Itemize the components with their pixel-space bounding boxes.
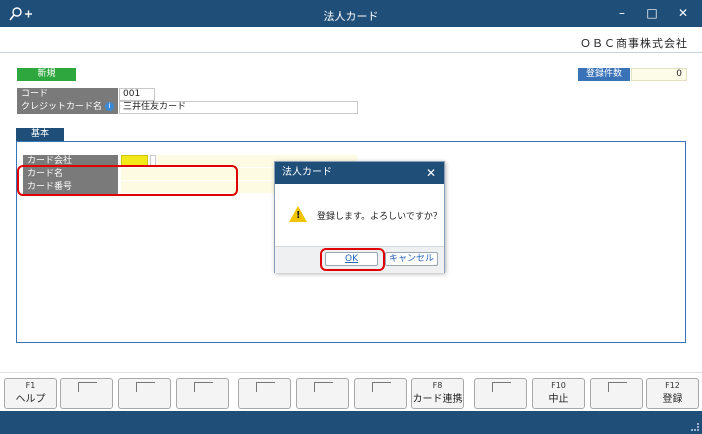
highlight-ok-button [320, 248, 385, 271]
title-bar: 法人カード – □ ✕ [0, 0, 702, 27]
code-input[interactable]: 001 [119, 88, 155, 101]
status-bar [0, 411, 702, 434]
header-divider [0, 52, 702, 53]
dialog-body: ! 登録します。よろしいですか？ [275, 184, 444, 246]
fkey-f9[interactable] [474, 378, 527, 409]
highlight-card-fields [17, 165, 238, 196]
minimize-button[interactable]: – [612, 4, 632, 22]
fkey-empty-mark [608, 382, 627, 392]
registered-count-value: 0 [631, 68, 687, 81]
fkey-f5[interactable] [238, 378, 291, 409]
fkey-f6[interactable] [296, 378, 349, 409]
fkey-empty-mark [136, 382, 155, 392]
dialog-message: 登録します。よろしいですか？ [317, 212, 442, 222]
registered-count-label: 登録件数 [578, 68, 630, 81]
cancel-button[interactable]: キャンセル [385, 252, 438, 266]
fkey-empty-mark [372, 382, 391, 392]
company-name: ＯＢＣ商事株式会社 [580, 37, 688, 50]
fkey-number: F10 [551, 381, 566, 390]
code-label: コード [17, 88, 118, 101]
fkey-f1[interactable]: F1 ヘルプ [4, 378, 57, 409]
dialog-close-icon[interactable]: ✕ [426, 162, 436, 184]
resize-grip-icon[interactable] [691, 423, 699, 431]
fkey-f10[interactable]: F10 中止 [532, 378, 585, 409]
fkey-empty-mark [492, 382, 511, 392]
credit-card-label: クレジットカード名 i [17, 101, 118, 114]
info-icon[interactable]: i [105, 102, 115, 111]
fkey-f7[interactable] [354, 378, 407, 409]
fkey-empty-mark [194, 382, 213, 392]
fkey-f11[interactable] [590, 378, 643, 409]
fkey-label: 中止 [548, 394, 569, 405]
fkey-number: F8 [432, 381, 443, 390]
fkey-f2[interactable] [60, 378, 113, 409]
dialog-title: 法人カード [282, 167, 332, 178]
fkey-empty-mark [256, 382, 275, 392]
tab-basic[interactable]: 基本 [16, 128, 64, 141]
credit-card-input[interactable]: 三井住友カード [119, 101, 358, 114]
mode-badge: 新規 [17, 68, 76, 81]
dialog-titlebar: 法人カード ✕ [275, 162, 444, 184]
fkey-f8[interactable]: F8 カード連携 [411, 378, 464, 409]
fkey-label: 登録 [662, 394, 683, 405]
warning-mark: ! [296, 210, 301, 221]
fkey-label: ヘルプ [15, 394, 46, 405]
close-window-button[interactable]: ✕ [673, 4, 693, 22]
window-title: 法人カード [323, 10, 379, 23]
fkey-empty-mark [314, 382, 333, 392]
fkey-f12[interactable]: F12 登録 [646, 378, 699, 409]
fkey-f3[interactable] [118, 378, 171, 409]
fkey-empty-mark [78, 382, 97, 392]
fkey-f4[interactable] [176, 378, 229, 409]
fkey-number: F1 [25, 381, 36, 390]
fkey-number: F12 [665, 381, 680, 390]
fkey-label: カード連携 [412, 394, 463, 405]
maximize-button[interactable]: □ [642, 4, 662, 22]
credit-card-label-text: クレジットカード名 [21, 102, 103, 112]
